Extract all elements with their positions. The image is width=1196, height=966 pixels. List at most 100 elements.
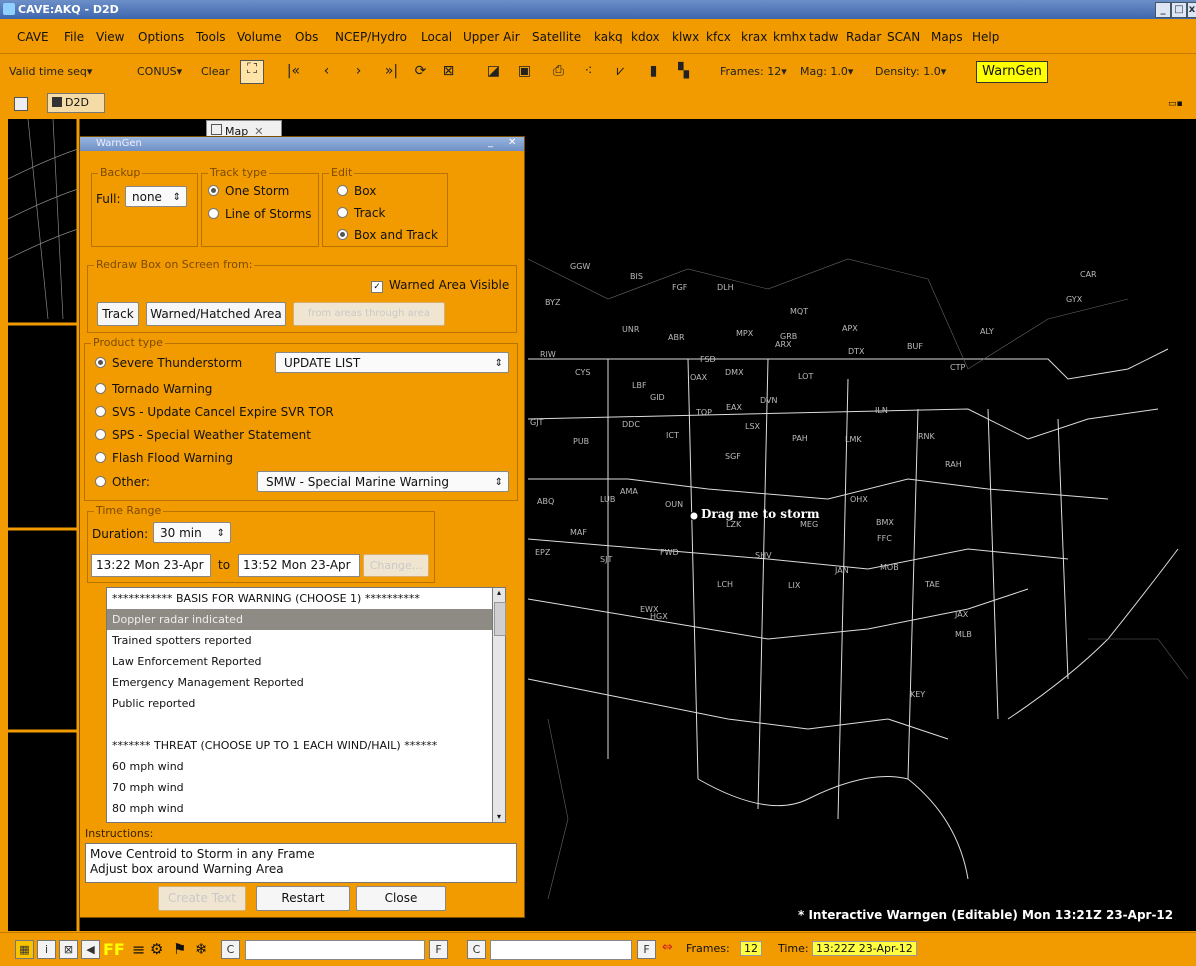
restart-button[interactable]: Restart: [256, 886, 350, 911]
list-item[interactable]: 70 mph wind: [107, 777, 493, 798]
from-areas-button[interactable]: from areas through area: [293, 302, 445, 326]
first-frame-icon[interactable]: |«: [285, 63, 302, 80]
dialog-minimize-icon[interactable]: _: [488, 137, 493, 148]
status-input-1[interactable]: [245, 940, 425, 960]
backup-select[interactable]: none ⇕: [125, 186, 187, 207]
list-item[interactable]: Trained spotters reported: [107, 630, 493, 651]
close-window-button[interactable]: x: [1187, 2, 1196, 18]
end-time-field[interactable]: 13:52 Mon 23-Apr: [238, 554, 360, 577]
menu-radar[interactable]: Radar: [846, 30, 881, 44]
valid-time-dropdown[interactable]: Valid time seq▾: [9, 65, 92, 78]
menu-kakq[interactable]: kakq: [594, 30, 623, 44]
menu-obs[interactable]: Obs: [295, 30, 318, 44]
bullet-list-scrollbar[interactable]: ▴ ▾: [492, 587, 506, 823]
scroll-up-icon[interactable]: ▴: [493, 588, 505, 598]
draw-icon[interactable]: ⩗: [612, 63, 629, 80]
list-item[interactable]: 60 mph wind: [107, 756, 493, 777]
zoom-extent-icon[interactable]: ⛶: [240, 60, 264, 84]
info-icon[interactable]: i: [37, 940, 56, 959]
c-button-icon-2[interactable]: C: [467, 940, 486, 959]
points-icon[interactable]: ⁖: [580, 63, 597, 80]
menu-maps[interactable]: Maps: [931, 30, 963, 44]
status-input-2[interactable]: [490, 940, 632, 960]
previous-frame-icon[interactable]: ‹: [318, 63, 335, 80]
audio-icon[interactable]: ◀: [81, 940, 100, 959]
wind-icon[interactable]: ⚙: [150, 940, 163, 958]
menu-volume[interactable]: Volume: [237, 30, 282, 44]
radio-track[interactable]: Track: [337, 206, 385, 220]
menu-scan[interactable]: SCAN: [887, 30, 920, 44]
loop-icon[interactable]: ⟳: [412, 63, 429, 80]
loop-properties-icon[interactable]: ⊠: [440, 63, 457, 80]
other-product-select[interactable]: SMW - Special Marine Warning ⇕: [257, 471, 509, 492]
menu-lines-icon[interactable]: ≡: [132, 940, 145, 959]
layers-icon[interactable]: ⊠: [59, 940, 78, 959]
menu-ncep-hydro[interactable]: NCEP/Hydro: [335, 30, 407, 44]
arrows-icon[interactable]: ⇔: [662, 940, 673, 955]
close-button[interactable]: Close: [356, 886, 446, 911]
f-button-icon-2[interactable]: F: [637, 940, 656, 959]
display-properties-icon[interactable]: ▣: [516, 63, 533, 80]
list-item[interactable]: ******* THREAT (CHOOSE UP TO 1 EACH WIND…: [107, 735, 493, 756]
last-frame-icon[interactable]: »|: [383, 63, 400, 80]
list-item[interactable]: Doppler radar indicated: [107, 609, 493, 630]
menu-kmhx[interactable]: kmhx: [773, 30, 806, 44]
ff-icon[interactable]: FF: [103, 940, 125, 959]
panel-layout-icon[interactable]: ▮: [645, 63, 662, 80]
update-list-select[interactable]: UPDATE LIST ⇕: [275, 352, 509, 373]
duration-select[interactable]: 30 min ⇕: [153, 522, 231, 543]
bullet-list[interactable]: *********** BASIS FOR WARNING (CHOOSE 1)…: [106, 587, 494, 823]
start-time-field[interactable]: 13:22 Mon 23-Apr: [91, 554, 211, 577]
snow-icon[interactable]: ❄: [195, 940, 208, 958]
dialog-close-icon[interactable]: ✕: [508, 137, 516, 148]
f-button-icon[interactable]: F: [429, 940, 448, 959]
list-item[interactable]: Emergency Management Reported: [107, 672, 493, 693]
conus-dropdown[interactable]: CONUS▾: [137, 65, 182, 78]
four-panel-icon[interactable]: ▚: [675, 63, 692, 80]
list-item[interactable]: 80 mph wind: [107, 798, 493, 819]
radio-severe-thunderstorm[interactable]: Severe Thunderstorm: [95, 356, 242, 370]
radio-svs[interactable]: SVS - Update Cancel Expire SVR TOR: [95, 405, 334, 419]
menu-options[interactable]: Options: [138, 30, 184, 44]
legend-icon[interactable]: ▦: [15, 940, 34, 959]
list-item[interactable]: Public reported: [107, 693, 493, 714]
storm-centroid-marker[interactable]: [689, 511, 699, 521]
menu-krax[interactable]: krax: [741, 30, 767, 44]
radio-sps[interactable]: SPS - Special Weather Statement: [95, 428, 311, 442]
menu-tadw[interactable]: tadw: [809, 30, 839, 44]
flag-icon[interactable]: ⚑: [173, 940, 186, 958]
density-dropdown[interactable]: Density: 1.0▾: [875, 65, 946, 78]
mag-dropdown[interactable]: Mag: 1.0▾: [800, 65, 853, 78]
warned-area-visible-checkbox[interactable]: ✓ Warned Area Visible: [371, 278, 509, 293]
radio-flash-flood[interactable]: Flash Flood Warning: [95, 451, 233, 465]
perspective-d2d[interactable]: D2D: [47, 93, 105, 113]
menu-satellite[interactable]: Satellite: [532, 30, 581, 44]
radio-box[interactable]: Box: [337, 184, 376, 198]
c-button-icon[interactable]: C: [221, 940, 240, 959]
radio-box-and-track[interactable]: Box and Track: [337, 228, 438, 242]
open-perspective-icon[interactable]: [14, 97, 28, 111]
menu-cave[interactable]: CAVE: [17, 30, 49, 44]
create-text-button[interactable]: Create Text: [158, 886, 246, 911]
window-titlebar[interactable]: CAVE:AKQ - D2D _ □ x: [0, 0, 1196, 19]
warned-hatched-area-button[interactable]: Warned/Hatched Area: [146, 302, 286, 326]
minimize-button[interactable]: _: [1155, 2, 1171, 18]
view-minmax-icon[interactable]: ▭▪: [1168, 99, 1183, 109]
frames-dropdown[interactable]: Frames: 12▾: [720, 65, 787, 78]
print-icon[interactable]: ⎙: [550, 63, 567, 80]
menu-kdox[interactable]: kdox: [631, 30, 660, 44]
track-button[interactable]: Track: [97, 302, 139, 326]
radio-other[interactable]: Other:: [95, 475, 150, 489]
dialog-titlebar[interactable]: WarnGen _ ✕: [80, 137, 524, 151]
image-properties-icon[interactable]: ◪: [485, 63, 502, 80]
radio-line-of-storms[interactable]: Line of Storms: [208, 207, 312, 221]
next-frame-icon[interactable]: ›: [350, 63, 367, 80]
menu-file[interactable]: File: [64, 30, 84, 44]
list-item[interactable]: Law Enforcement Reported: [107, 651, 493, 672]
scroll-down-icon[interactable]: ▾: [493, 812, 505, 822]
menu-klwx[interactable]: klwx: [672, 30, 699, 44]
menu-tools[interactable]: Tools: [196, 30, 226, 44]
radio-one-storm[interactable]: One Storm: [208, 184, 289, 198]
list-item[interactable]: *********** BASIS FOR WARNING (CHOOSE 1)…: [107, 588, 493, 609]
clear-button[interactable]: Clear: [201, 65, 230, 78]
